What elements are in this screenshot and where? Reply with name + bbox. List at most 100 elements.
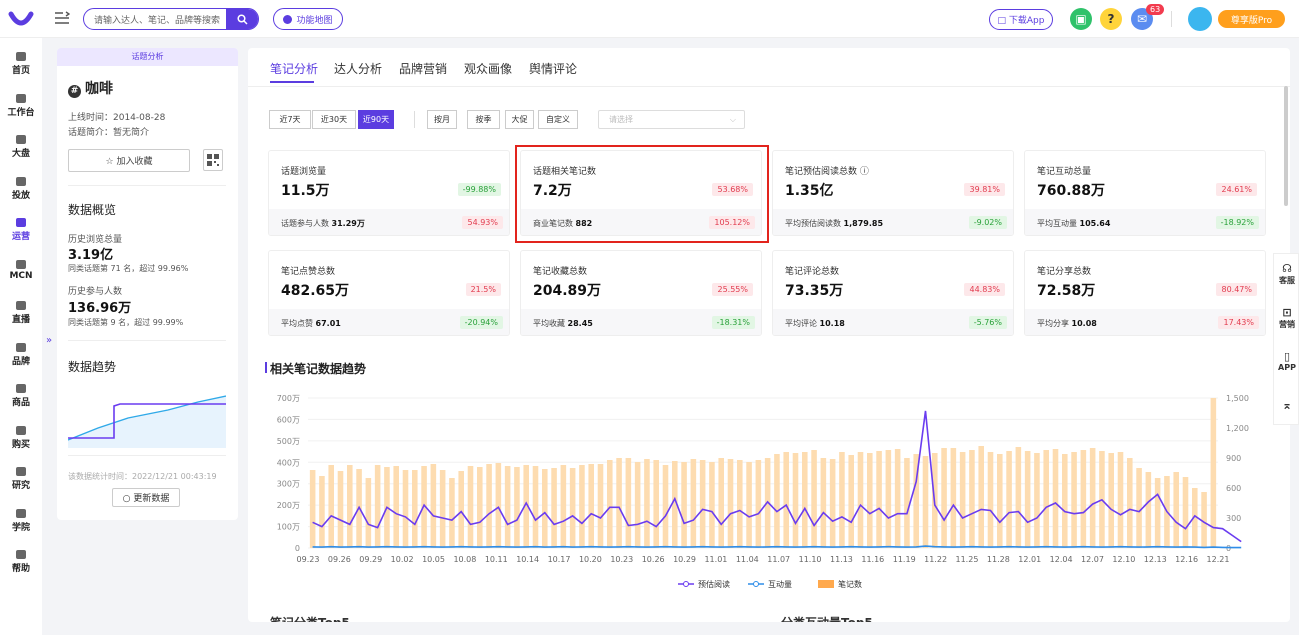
search-input[interactable]: 请输入达人、笔记、品牌等搜索 <box>94 13 220 26</box>
period-filter[interactable]: 大促 <box>505 110 534 129</box>
nav-icon <box>16 508 26 518</box>
sidebar-item-label: 直播 <box>11 315 30 325</box>
metric-card[interactable]: 话题浏览量 11.5万 -99.88% 话题参与人数 31.29万 54.93% <box>268 150 510 236</box>
divider <box>248 86 1290 87</box>
range-filter[interactable]: 近90天 <box>358 110 394 129</box>
bar <box>579 465 585 548</box>
metric-card[interactable]: 笔记评论总数 73.35万 44.83% 平均评论 10.18 -5.76% <box>772 250 1014 336</box>
bar <box>857 452 864 548</box>
bar <box>969 450 975 548</box>
metric-title: 笔记分享总数 <box>1037 267 1092 277</box>
bar <box>1127 458 1133 548</box>
trend-chart: 0 100万 200万 300万 400万 500万 600万 700万 0 300 600 900 1… <box>277 394 1249 589</box>
tab[interactable]: 达人分析 <box>334 60 382 77</box>
bar <box>876 451 882 548</box>
footer-text: 平均预估阅读数 1,879.85 <box>785 218 883 229</box>
sidebar-item[interactable]: 品牌 <box>0 342 42 367</box>
nav-icon <box>16 135 26 144</box>
bar <box>1052 449 1059 548</box>
topic-name: 咖啡 <box>85 81 113 97</box>
period-filter[interactable]: 按季 <box>467 110 500 129</box>
sidebar-item[interactable]: 商品 <box>0 384 42 408</box>
search-box[interactable]: 请输入达人、笔记、品牌等搜索 <box>83 8 259 30</box>
update-data-button[interactable]: ○ 更新数据 <box>112 488 180 507</box>
sidebar-item[interactable]: 直播 <box>0 301 42 325</box>
search-button[interactable] <box>226 9 258 29</box>
scrollbar[interactable] <box>1284 86 1288 206</box>
function-map-button[interactable]: 功能地图 <box>273 8 343 30</box>
qrcode-icon[interactable] <box>203 149 223 171</box>
footer-value: 31.29万 <box>331 219 365 228</box>
divider <box>68 340 226 341</box>
metric-card[interactable]: 笔记分享总数 72.58万 80.47% 平均分享 10.08 17.43% <box>1024 250 1266 336</box>
x-tick: 09.26 <box>328 555 351 564</box>
sidebar-item[interactable]: 学院 <box>0 508 42 533</box>
sidebar-item[interactable]: 运营 <box>0 218 42 242</box>
range-filter[interactable]: 近7天 <box>269 110 311 129</box>
range-filter[interactable]: 近30天 <box>312 110 356 129</box>
x-tick: 11.25 <box>956 555 979 564</box>
metric-change: 44.83% <box>964 283 1005 296</box>
metric-card[interactable]: 笔记点赞总数 482.65万 21.5% 平均点赞 67.01 -20.94% <box>268 250 510 336</box>
sidebar-item[interactable]: 研究 <box>0 467 42 491</box>
period-filter[interactable]: 自定义 <box>538 110 578 129</box>
app-button[interactable]: ▯ APP <box>1274 350 1299 372</box>
download-app-button[interactable]: □ 下载App <box>989 9 1053 30</box>
bar <box>746 462 752 548</box>
bar <box>328 465 334 548</box>
metric-card[interactable]: 笔记收藏总数 204.89万 25.55% 平均收藏 28.45 -18.31% <box>520 250 762 336</box>
logo-icon[interactable] <box>8 8 34 30</box>
sidebar-item[interactable]: 工作台 <box>0 93 42 118</box>
footer-label: 平均收藏 <box>533 319 565 328</box>
sidebar-item[interactable]: 大盘 <box>0 135 42 159</box>
bar <box>811 450 817 548</box>
metric-footer: 话题参与人数 31.29万 54.93% <box>269 209 509 235</box>
bar <box>904 458 910 548</box>
sidebar-expand-icon[interactable]: » <box>42 320 56 360</box>
active-tab-indicator <box>270 81 314 83</box>
sidebar-item[interactable]: 帮助 <box>0 550 42 574</box>
bar <box>560 465 567 548</box>
x-tick: 10.05 <box>422 555 445 564</box>
sidebar-item[interactable]: MCN <box>0 259 42 281</box>
add-favorite-button[interactable]: ☆ 加入收藏 <box>68 149 190 172</box>
menu-toggle-icon[interactable] <box>54 11 70 25</box>
bar <box>755 460 762 548</box>
sidebar-item[interactable]: 投放 <box>0 176 42 201</box>
tab[interactable]: 观众画像 <box>464 60 512 77</box>
bar <box>1136 468 1142 548</box>
bar <box>412 470 418 548</box>
help-icon[interactable]: ? <box>1100 8 1122 30</box>
bar <box>783 452 789 548</box>
sidebar-item-label: 购买 <box>11 439 30 450</box>
metric-title: 笔记评论总数 <box>785 267 840 277</box>
metric-card[interactable]: 笔记互动总量 760.88万 24.61% 平均互动量 105.64 -18.92% <box>1024 150 1266 236</box>
bar <box>402 470 409 548</box>
bar <box>848 455 854 548</box>
customer-service-button[interactable]: ☊ 客服 <box>1274 262 1299 286</box>
footer-text: 平均点赞 67.01 <box>281 318 341 329</box>
pro-button[interactable]: 尊享版Pro <box>1218 10 1285 28</box>
metric-card[interactable]: 笔记预估阅读总数 ⓘ 1.35亿 39.81% 平均预估阅读数 1,879.85 -9.… <box>772 150 1014 236</box>
x-tick: 09.29 <box>359 555 382 564</box>
avatar[interactable] <box>1188 7 1212 31</box>
metric-title: 笔记收藏总数 <box>533 267 588 277</box>
bar <box>439 470 446 548</box>
sidebar-item[interactable]: 首页 <box>0 52 42 76</box>
tab[interactable]: 笔记分析 <box>270 60 318 77</box>
bar <box>449 478 455 548</box>
metric-footer: 平均预估阅读数 1,879.85 -9.02% <box>773 209 1013 235</box>
shop-icon[interactable]: ▣ <box>1070 8 1092 30</box>
period-filter[interactable]: 按月 <box>427 110 457 129</box>
hist-browse-rank: 同类话题第 71 名，超过 99.96% <box>68 264 189 273</box>
legend-marker <box>753 581 759 587</box>
footer-label: 平均点赞 <box>281 319 313 328</box>
period-select[interactable]: 请选择 ⌵ <box>598 110 745 129</box>
bar <box>727 459 734 548</box>
sidebar-item[interactable]: 购买 <box>0 425 42 450</box>
tab[interactable]: 品牌营销 <box>399 60 447 77</box>
float-toolbar: ☊ 客服 ⊡ 营销 ▯ APP ⌅ <box>1273 253 1299 425</box>
tab[interactable]: 舆情评论 <box>529 60 577 77</box>
back-to-top-icon[interactable]: ⌅ <box>1274 398 1299 412</box>
marketing-button[interactable]: ⊡ 营销 <box>1274 306 1299 330</box>
